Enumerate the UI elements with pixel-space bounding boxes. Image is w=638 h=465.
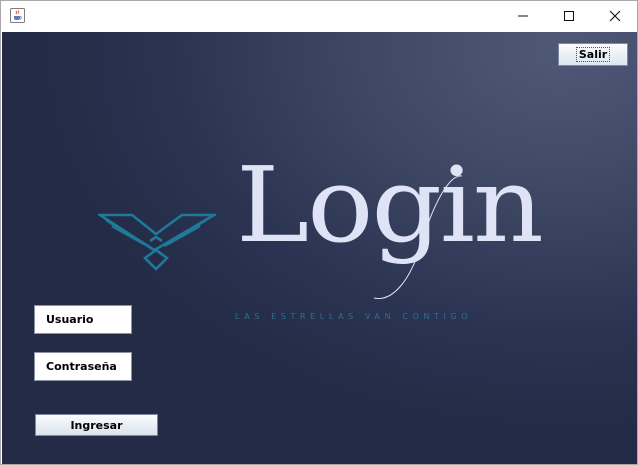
maximize-icon xyxy=(564,11,574,21)
close-icon xyxy=(609,10,621,22)
java-cup-icon xyxy=(10,8,25,23)
minimize-icon xyxy=(518,15,528,17)
maximize-button[interactable] xyxy=(546,1,592,31)
app-window: Salir Login LAS ESTRELLAS VAN CONTIGO Us… xyxy=(0,0,638,465)
minimize-button[interactable] xyxy=(500,1,546,31)
title-bar[interactable] xyxy=(1,1,637,31)
close-button[interactable] xyxy=(592,1,637,31)
login-panel: Salir Login LAS ESTRELLAS VAN CONTIGO Us… xyxy=(2,32,637,464)
username-label: Usuario xyxy=(34,305,132,334)
logo-tagline: LAS ESTRELLAS VAN CONTIGO xyxy=(235,312,473,321)
winged-emblem-icon xyxy=(98,213,216,271)
title-swash-icon xyxy=(373,175,463,299)
login-button[interactable]: Ingresar xyxy=(35,414,158,436)
exit-button-label: Salir xyxy=(575,47,611,62)
password-label: Contraseña xyxy=(34,352,132,381)
exit-button[interactable]: Salir xyxy=(558,43,628,66)
